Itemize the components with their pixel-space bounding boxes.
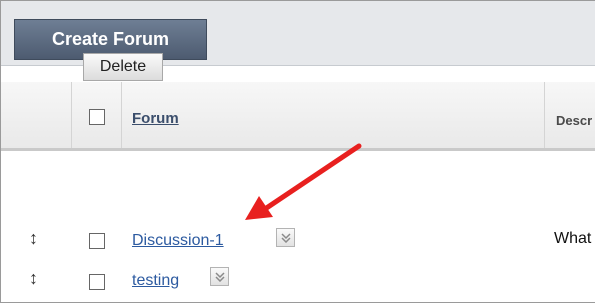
column-divider <box>544 82 545 148</box>
forum-column-header[interactable]: Forum <box>132 110 179 127</box>
row-menu-button[interactable] <box>276 228 295 247</box>
double-chevron-down-icon <box>280 232 291 243</box>
drag-handle-icon[interactable]: ↕ <box>29 268 38 289</box>
column-divider <box>121 82 122 148</box>
forum-link-testing[interactable]: testing <box>132 272 179 290</box>
page-frame: Create Forum Delete Forum Descr ↕ Discus… <box>0 0 595 303</box>
delete-button[interactable]: Delete <box>83 53 163 81</box>
row-checkbox[interactable] <box>89 274 105 290</box>
forum-link-discussion-1[interactable]: Discussion-1 <box>132 232 224 250</box>
drag-handle-icon[interactable]: ↕ <box>29 228 38 249</box>
select-all-checkbox[interactable] <box>89 109 105 125</box>
row-checkbox[interactable] <box>89 233 105 249</box>
description-column-header[interactable]: Descr <box>556 113 592 128</box>
column-divider <box>71 82 72 148</box>
row-menu-button[interactable] <box>210 267 229 286</box>
double-chevron-down-icon <box>214 271 225 282</box>
row-description: What <box>554 230 592 247</box>
